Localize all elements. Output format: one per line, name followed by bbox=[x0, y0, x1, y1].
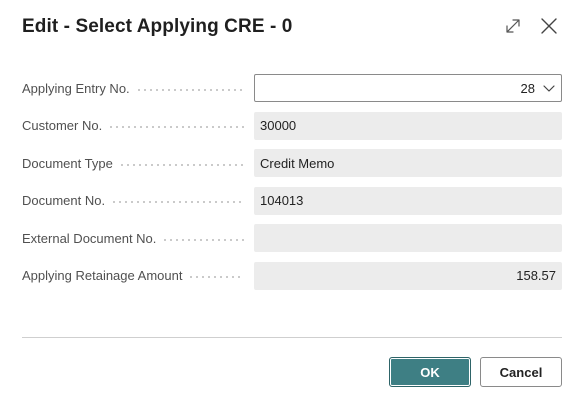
close-icon[interactable] bbox=[538, 14, 560, 38]
field-value: 28 bbox=[520, 80, 535, 96]
field-row-document-type: Document Type Credit Memo bbox=[22, 149, 562, 177]
title-actions bbox=[502, 14, 560, 38]
leader-dots bbox=[118, 163, 244, 166]
field-label: External Document No. bbox=[22, 230, 157, 246]
field-label-wrap: Document No. bbox=[22, 187, 244, 215]
form: Applying Entry No. 28 Customer No. 30000 bbox=[22, 74, 562, 299]
dialog-buttons: OK Cancel bbox=[389, 357, 562, 387]
applying-entry-no-select[interactable]: 28 bbox=[254, 74, 562, 102]
field-label: Customer No. bbox=[22, 118, 103, 133]
leader-dots bbox=[111, 201, 244, 203]
chevron-down-icon[interactable] bbox=[543, 81, 555, 96]
field-row-applying-retainage-amount: Applying Retainage Amount 158.57 bbox=[22, 261, 562, 290]
field-row-document-no: Document No. 104013 bbox=[22, 186, 562, 215]
expand-icon[interactable] bbox=[502, 14, 524, 38]
external-document-no-field bbox=[254, 224, 562, 252]
field-label-wrap: External Document No. bbox=[22, 224, 244, 252]
field-label: Applying Entry No. bbox=[22, 80, 130, 96]
document-no-field: 104013 bbox=[254, 186, 562, 215]
leader-dots bbox=[162, 238, 244, 241]
field-label-wrap: Applying Retainage Amount bbox=[22, 262, 244, 290]
field-row-applying-entry-no: Applying Entry No. 28 bbox=[22, 74, 562, 102]
document-type-field: Credit Memo bbox=[254, 149, 562, 177]
field-label-wrap: Applying Entry No. bbox=[22, 74, 244, 102]
field-label: Applying Retainage Amount bbox=[22, 268, 183, 283]
field-label-wrap: Customer No. bbox=[22, 112, 244, 140]
field-label: Document No. bbox=[22, 193, 106, 208]
field-row-customer-no: Customer No. 30000 bbox=[22, 111, 562, 140]
cancel-button[interactable]: Cancel bbox=[480, 357, 562, 387]
field-label: Document Type bbox=[22, 155, 113, 171]
footer-divider bbox=[22, 337, 562, 338]
field-row-external-document-no: External Document No. bbox=[22, 224, 562, 252]
leader-dots bbox=[188, 276, 244, 278]
dialog: Edit - Select Applying CRE - 0 Applying … bbox=[0, 0, 580, 404]
field-label-wrap: Document Type bbox=[22, 149, 244, 177]
dialog-title: Edit - Select Applying CRE - 0 bbox=[22, 16, 293, 37]
leader-dots bbox=[135, 88, 244, 91]
leader-dots bbox=[108, 126, 244, 128]
applying-retainage-amount-field: 158.57 bbox=[254, 261, 562, 290]
ok-button[interactable]: OK bbox=[389, 357, 471, 387]
customer-no-field: 30000 bbox=[254, 111, 562, 140]
